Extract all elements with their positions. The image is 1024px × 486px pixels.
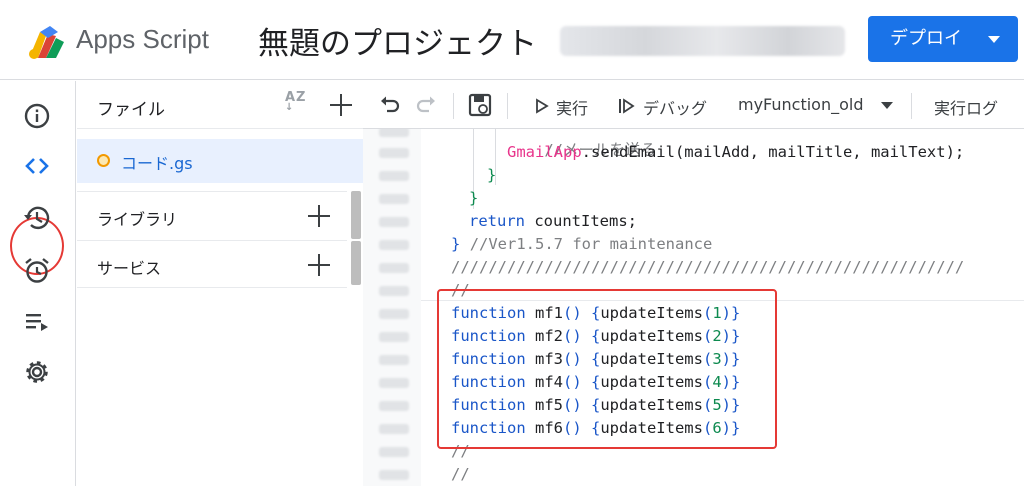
files-panel: ファイル AZ ↓ コード.gs ライブラリ サービス <box>77 81 363 486</box>
execution-log-button[interactable]: 実行ログ <box>934 95 998 119</box>
code-class: GmailApp <box>507 143 582 161</box>
libraries-scrollbar[interactable] <box>351 191 361 239</box>
deploy-label: デプロイ <box>890 28 962 49</box>
function-select-caret-icon[interactable] <box>881 102 893 109</box>
sort-az-icon[interactable]: AZ ↓ <box>285 91 307 114</box>
code-comment: ////////////////////////////////////////… <box>451 258 965 276</box>
info-icon[interactable] <box>22 101 52 131</box>
file-item[interactable]: コード.gs <box>77 139 363 183</box>
save-drive-icon[interactable] <box>467 92 493 118</box>
line-number <box>379 332 409 342</box>
add-service-icon[interactable] <box>308 254 330 276</box>
line-number-gutter <box>363 129 421 486</box>
files-title: ファイル <box>97 100 165 120</box>
app-name: Apps Script <box>76 24 209 54</box>
code-comment: // <box>451 465 470 483</box>
code-icon[interactable] <box>22 151 52 181</box>
line-number <box>379 194 409 204</box>
left-nav-rail <box>0 81 76 486</box>
code-brace: } <box>487 166 497 184</box>
code-brace: } <box>451 235 461 253</box>
highlight-box <box>437 289 777 449</box>
line-number <box>379 263 409 273</box>
code-call: .sendEmail(mailAdd, mailTitle, mailText)… <box>581 143 965 161</box>
toolbar-divider <box>911 93 912 119</box>
run-play-icon[interactable] <box>535 98 549 114</box>
code-line: // <box>451 463 470 486</box>
line-number <box>379 447 409 457</box>
toolbar-divider <box>453 93 454 119</box>
code-line: } //Ver1.5.7 for maintenance <box>451 233 712 256</box>
toolbar-divider <box>507 93 508 119</box>
services-section[interactable]: サービス <box>77 240 347 288</box>
line-number <box>379 129 409 137</box>
code-line: } <box>487 164 496 187</box>
function-select[interactable]: myFunction_old <box>738 95 864 114</box>
line-number <box>379 470 409 480</box>
line-number <box>379 378 409 388</box>
playlist-play-icon[interactable] <box>22 307 52 337</box>
files-panel-header: ファイル AZ ↓ <box>77 81 363 129</box>
code-keyword: return <box>469 212 525 230</box>
history-icon[interactable] <box>22 203 52 233</box>
libraries-label: ライブラリ <box>97 210 178 229</box>
settings-gear-icon[interactable] <box>22 357 52 387</box>
deploy-button[interactable]: デプロイ <box>868 16 1018 62</box>
file-status-icon <box>97 154 110 167</box>
line-number <box>379 171 409 181</box>
code-comment: //Ver1.5.7 for maintenance <box>469 235 713 253</box>
blurred-account-info <box>560 26 845 56</box>
line-number <box>379 217 409 227</box>
line-number <box>379 286 409 296</box>
services-scrollbar[interactable] <box>351 241 361 285</box>
code-line: } <box>469 187 478 210</box>
line-number <box>379 401 409 411</box>
libraries-section[interactable]: ライブラリ <box>77 191 347 239</box>
code-line: ////////////////////////////////////////… <box>451 256 964 279</box>
file-name: コード.gs <box>121 154 193 173</box>
run-button[interactable]: 実行 <box>556 95 588 119</box>
code-line: GmailApp.sendEmail(mailAdd, mailTitle, m… <box>507 141 964 164</box>
editor-toolbar: 実行 デバッグ myFunction_old 実行ログ <box>363 81 1024 129</box>
code-text: countItems; <box>525 212 637 230</box>
app-header: Apps Script 無題のプロジェクト デプロイ <box>0 0 1024 80</box>
undo-icon[interactable] <box>379 95 401 115</box>
line-number <box>379 424 409 434</box>
redo-icon[interactable] <box>415 95 437 115</box>
chevron-down-icon <box>988 36 1000 43</box>
alarm-icon[interactable] <box>22 255 52 285</box>
add-file-icon[interactable] <box>330 94 352 116</box>
line-number <box>379 240 409 250</box>
line-number <box>379 355 409 365</box>
add-library-icon[interactable] <box>308 205 330 227</box>
apps-script-logo-icon[interactable] <box>26 22 68 60</box>
code-line: return countItems; <box>469 210 637 233</box>
project-title[interactable]: 無題のプロジェクト <box>258 18 537 63</box>
debug-icon[interactable] <box>617 96 637 116</box>
services-label: サービス <box>97 259 162 278</box>
debug-button[interactable]: デバッグ <box>643 95 707 119</box>
line-number <box>379 148 409 158</box>
line-number <box>379 309 409 319</box>
code-brace: } <box>469 189 479 207</box>
